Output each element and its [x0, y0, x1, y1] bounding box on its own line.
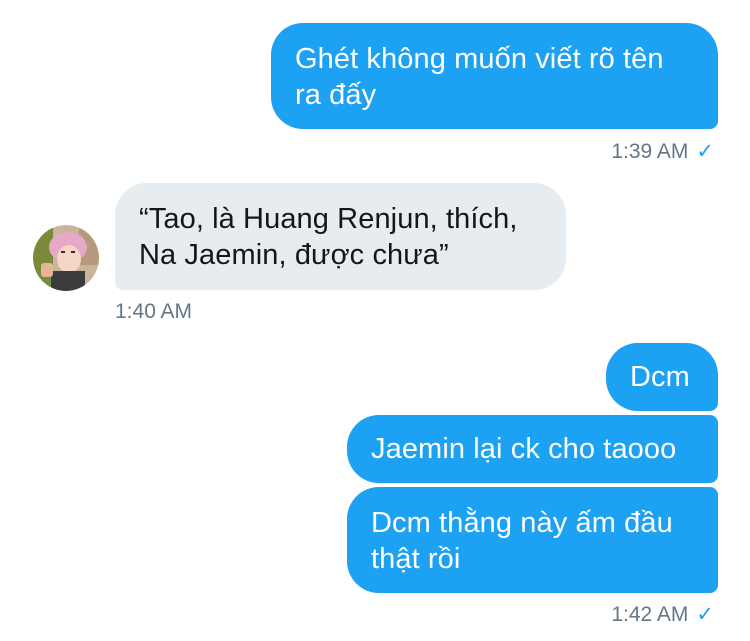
message-meta: 1:40 AM	[115, 300, 192, 324]
message-bubble-incoming[interactable]: “Tao, là Huang Renjun, thích, Na Jaemin,…	[115, 183, 566, 290]
timestamp: 1:39 AM	[611, 140, 689, 163]
message-bubble-outgoing[interactable]: Dcm thằng này ấm đầu thật rồi	[347, 487, 718, 593]
message-text: Dcm thằng này ấm đầu thật rồi	[371, 507, 673, 575]
timestamp: 1:40 AM	[115, 300, 193, 323]
message-text: Jaemin lại ck cho taooo	[371, 433, 677, 465]
message-bubble-outgoing[interactable]: Dcm	[606, 343, 718, 411]
message-meta: 1:39 AM ✓	[611, 140, 714, 164]
message-bubble-outgoing[interactable]: Jaemin lại ck cho taooo	[347, 415, 718, 483]
message-text: Dcm	[630, 361, 690, 393]
message-meta: 1:42 AM ✓	[611, 603, 714, 627]
message-text: “Tao, là Huang Renjun, thích, Na Jaemin,…	[139, 203, 518, 271]
check-icon: ✓	[696, 603, 714, 626]
avatar-pink-hair-icon	[33, 225, 99, 291]
avatar[interactable]	[33, 225, 99, 291]
message-bubble-outgoing[interactable]: Ghét không muốn viết rõ tên ra đấy	[271, 23, 718, 129]
timestamp: 1:42 AM	[611, 603, 689, 626]
message-text: Ghét không muốn viết rõ tên ra đấy	[295, 43, 664, 111]
check-icon: ✓	[696, 140, 714, 163]
